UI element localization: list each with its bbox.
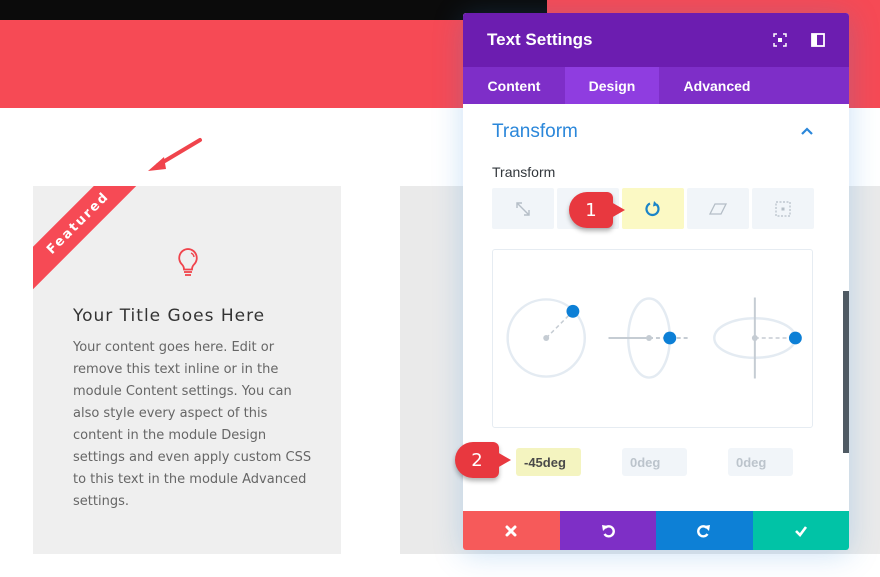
step-1-label: 1	[585, 199, 597, 221]
rotate-y-handle	[788, 331, 802, 345]
cancel-button[interactable]	[463, 511, 560, 550]
card-body: Your content goes here. Edit or remove t…	[73, 340, 312, 509]
transform-scale-button[interactable]	[492, 188, 554, 229]
redo-icon	[697, 524, 711, 538]
rotate-z-dial[interactable]	[506, 298, 587, 378]
card-title: Your Title Goes Here	[73, 306, 266, 326]
blurb-card[interactable]: Featured Your Title Goes Here Your conte…	[33, 186, 341, 554]
text-settings-modal: Text Settings Content Design Advanced Tr…	[463, 13, 849, 550]
transform-rotate-button[interactable]	[622, 188, 684, 229]
lightbulb-icon	[178, 248, 198, 276]
transform-skew-button[interactable]	[687, 188, 749, 229]
rotate-y-input[interactable]: 0deg	[728, 448, 793, 476]
undo-button[interactable]	[559, 511, 656, 550]
rotate-z-handle	[566, 304, 580, 318]
modal-footer	[463, 511, 849, 550]
origin-icon	[775, 200, 791, 217]
tab-content[interactable]: Content	[463, 67, 565, 104]
scrollbar[interactable]	[843, 291, 849, 453]
tab-design[interactable]: Design	[565, 67, 659, 104]
rotate-x-dial[interactable]	[608, 297, 690, 379]
rotate-x-input[interactable]: 0deg	[622, 448, 687, 476]
step-2-label: 2	[471, 449, 483, 471]
step-2-callout: 2	[455, 442, 511, 478]
tab-bar: Content Design Advanced	[463, 67, 849, 104]
pointer-arrow-icon	[148, 138, 202, 171]
rotate-inputs: -45deg 0deg 0deg	[516, 448, 793, 476]
scale-icon	[516, 201, 530, 216]
expand-icon[interactable]	[773, 33, 787, 47]
chevron-up-icon[interactable]	[801, 127, 813, 135]
close-icon	[505, 525, 517, 536]
skew-icon	[709, 202, 727, 215]
transform-field-label: Transform	[492, 164, 556, 180]
rotate-y-dial[interactable]	[713, 297, 802, 379]
modal-header[interactable]: Text Settings	[463, 13, 849, 67]
featured-ribbon: Featured	[33, 186, 149, 294]
rotate-x-handle	[663, 331, 677, 345]
rotate-preview	[492, 249, 813, 428]
transform-type-group	[492, 188, 814, 229]
section-title-transform[interactable]: Transform	[492, 121, 578, 143]
transform-origin-button[interactable]	[752, 188, 814, 229]
save-button[interactable]	[752, 511, 849, 550]
ribbon-label: Featured	[43, 188, 113, 258]
redo-button[interactable]	[656, 511, 753, 550]
undo-icon	[601, 524, 615, 538]
rotate-z-input[interactable]: -45deg	[516, 448, 581, 476]
tab-advanced[interactable]: Advanced	[659, 67, 775, 104]
sidebar-layout-icon[interactable]	[811, 33, 825, 47]
modal-title: Text Settings	[487, 30, 593, 49]
step-1-callout: 1	[569, 192, 625, 228]
check-icon	[794, 525, 807, 537]
rotate-icon	[645, 200, 660, 216]
page: Featured Your Title Goes Here Your conte…	[0, 0, 880, 577]
